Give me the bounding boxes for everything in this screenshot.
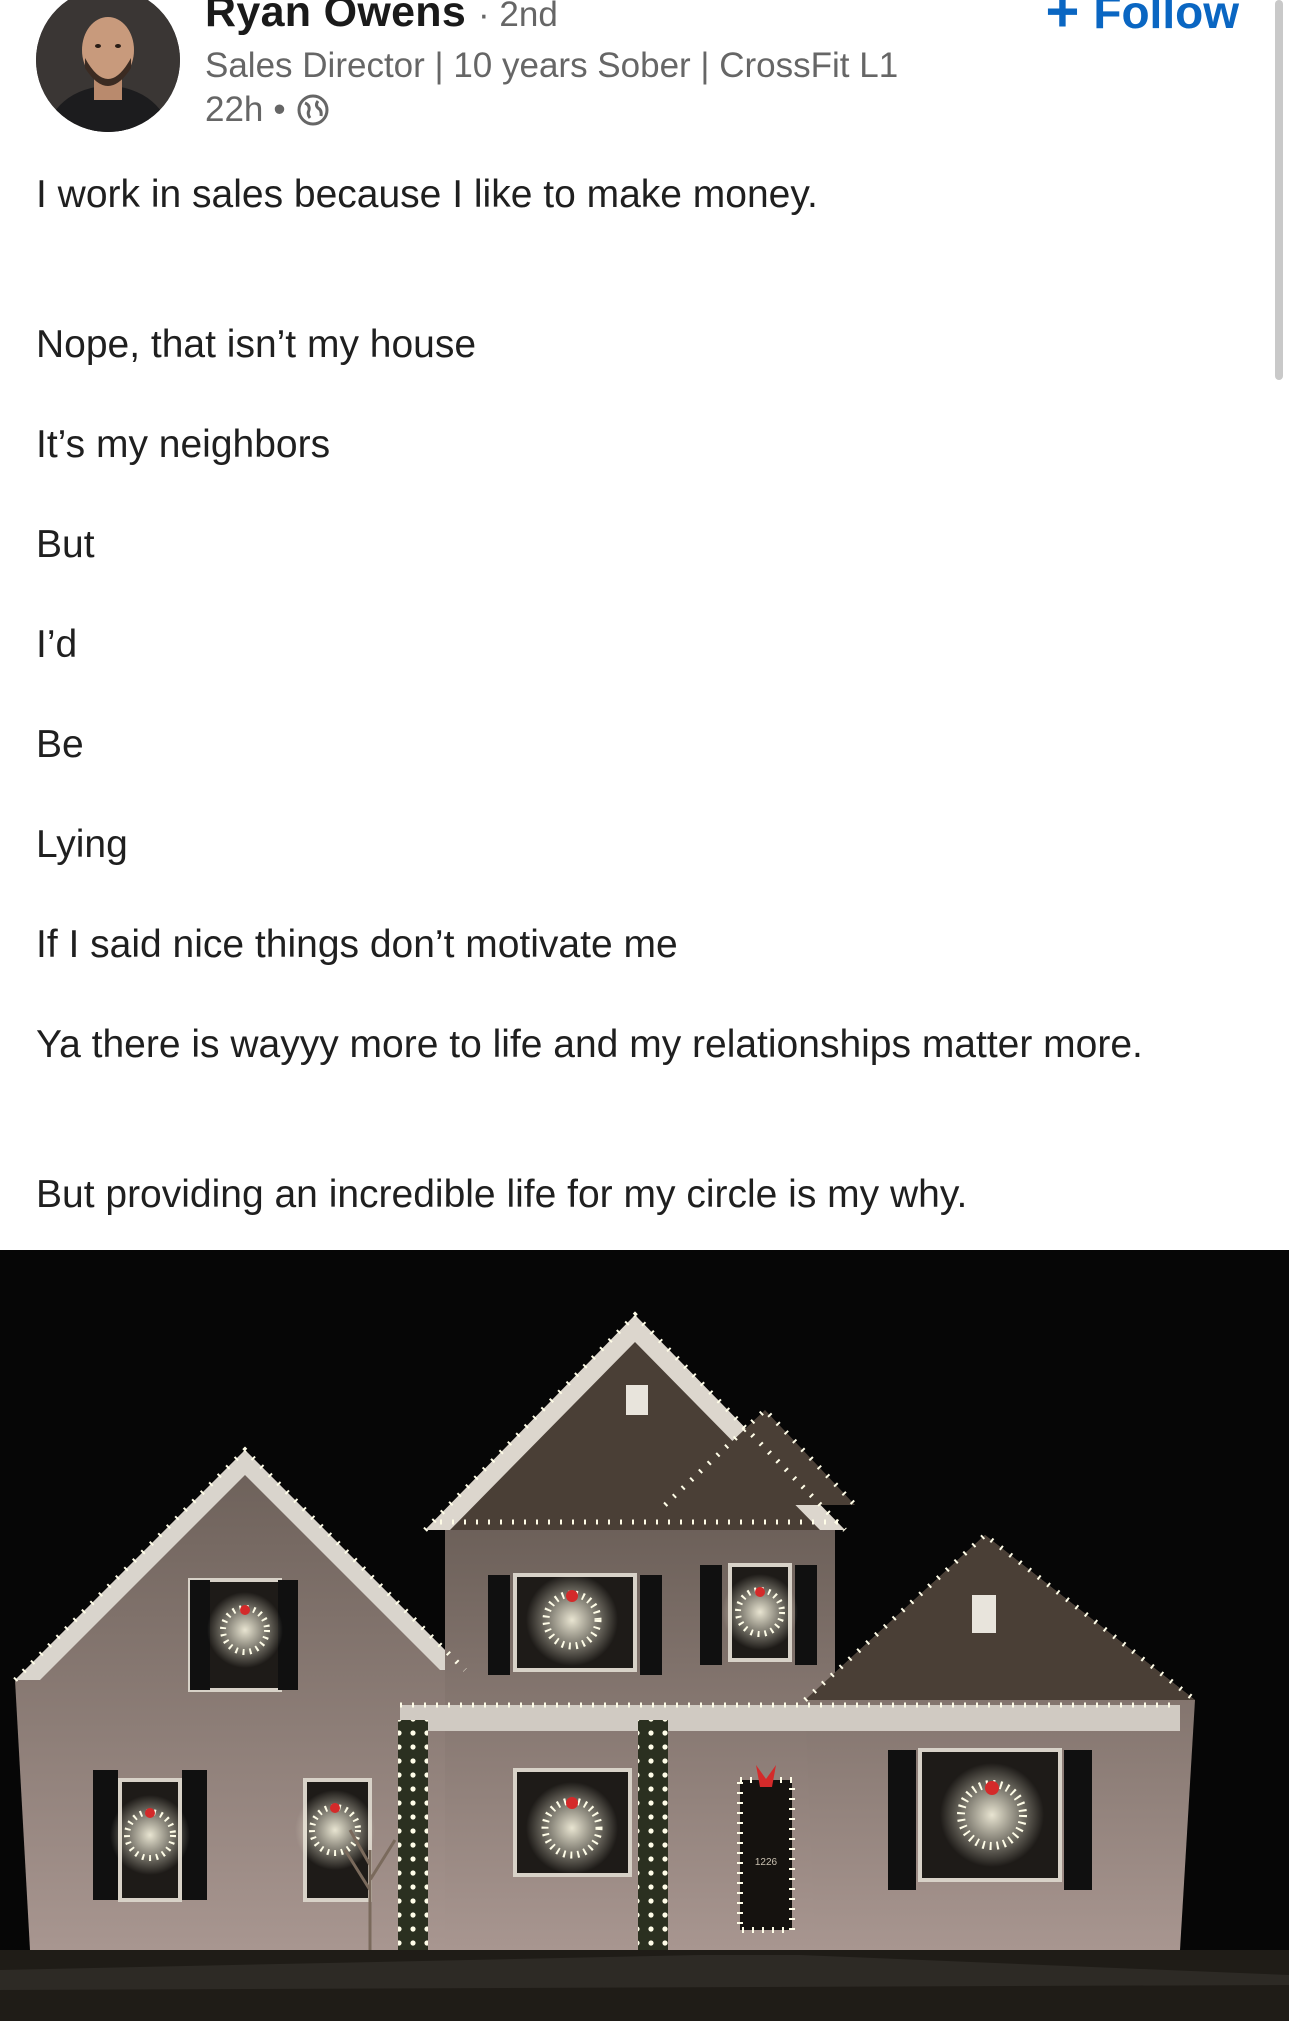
post-paragraph: If I said nice things don’t motivate me — [36, 923, 678, 966]
plus-icon: + — [1045, 0, 1080, 44]
post-paragraph: It’s my neighbors — [36, 423, 331, 466]
post-paragraph: But providing an incredible life for my … — [36, 1173, 968, 1216]
post-header: Ryan Owens · 2nd Sales Director | 10 yea… — [0, 0, 1289, 150]
author-headline: Sales Director | 10 years Sober | CrossF… — [205, 46, 899, 85]
follow-button[interactable]: + Follow — [1045, 0, 1239, 44]
post-paragraph: Be — [36, 723, 84, 766]
meta-separator: • — [273, 90, 286, 129]
follow-label: Follow — [1093, 0, 1239, 38]
connection-degree: · 2nd — [478, 0, 558, 34]
post-paragraph: Ya there is wayyy more to life and my re… — [36, 1023, 1143, 1066]
house-photo: 1226 — [0, 1250, 1289, 2021]
author-avatar[interactable] — [36, 0, 180, 132]
scrollbar[interactable] — [1275, 0, 1283, 380]
avatar-photo — [36, 0, 180, 132]
post-paragraph: I’d — [36, 623, 78, 666]
post-meta: 22h • — [205, 88, 330, 132]
globe-icon — [296, 93, 330, 127]
author-name-line: Ryan Owens · 2nd — [205, 0, 558, 41]
post-paragraph: But — [36, 523, 95, 566]
post-paragraph: I work in sales because I like to make m… — [36, 173, 818, 216]
house-number: 1226 — [755, 1857, 778, 1868]
post-image[interactable]: 1226 — [0, 1250, 1289, 2021]
post-paragraph: Lying — [36, 823, 128, 866]
post-time: 22h — [205, 90, 264, 129]
author-name[interactable]: Ryan Owens — [205, 0, 466, 36]
post-paragraph: Nope, that isn’t my house — [36, 323, 477, 366]
